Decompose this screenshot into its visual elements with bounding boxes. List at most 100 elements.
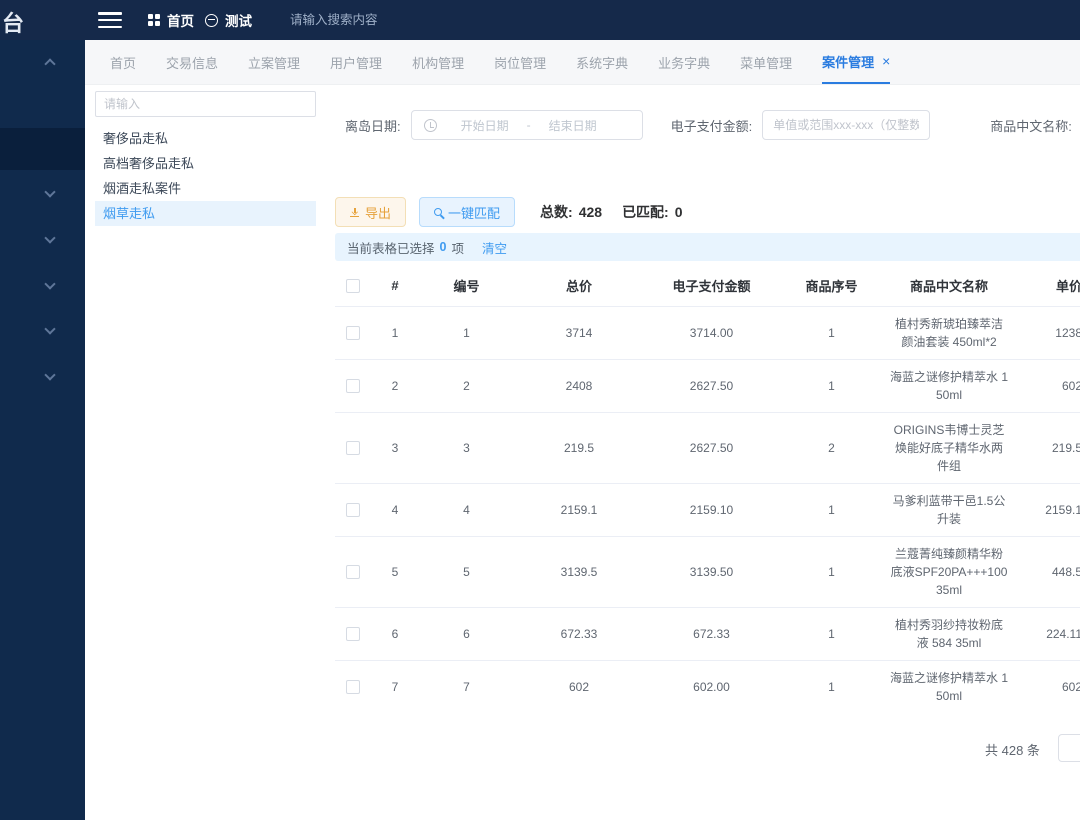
row-checkbox[interactable] [346, 503, 360, 517]
close-icon[interactable]: × [882, 53, 890, 69]
chevron-down-icon[interactable] [44, 186, 55, 197]
row-checkbox[interactable] [346, 627, 360, 641]
chevron-up-icon[interactable] [44, 58, 55, 69]
date-range-picker[interactable]: 开始日期 - 结束日期 [411, 110, 643, 140]
table-row: 1 1 3714 3714.00 1 植村秀新琥珀臻萃洁颜油套装 450ml*2… [335, 307, 1080, 360]
global-search-input[interactable] [290, 8, 460, 32]
toolbar: 导出 一键匹配 总数: 428 已匹配: 0 [335, 197, 683, 227]
match-button[interactable]: 一键匹配 [419, 197, 515, 227]
tab[interactable]: 机构管理 [412, 40, 464, 84]
cell-unit: 602 [1014, 661, 1080, 704]
cell-code: 7 [419, 661, 514, 704]
cell-code: 3 [419, 413, 514, 484]
chevron-down-icon[interactable] [44, 369, 55, 380]
cell-total: 3139.5 [514, 537, 644, 608]
cell-total: 602 [514, 661, 644, 704]
sidebar-active-item[interactable] [0, 128, 85, 170]
amount-input[interactable] [762, 110, 930, 140]
clear-selection-link[interactable]: 清空 [482, 238, 507, 257]
row-checkbox[interactable] [346, 441, 360, 455]
cell-code: 2 [419, 360, 514, 413]
export-button[interactable]: 导出 [335, 197, 406, 227]
cell-name: 植村秀新琥珀臻萃洁颜油套装 450ml*2 [884, 307, 1014, 360]
row-checkbox[interactable] [346, 379, 360, 393]
page-size-select[interactable] [1058, 734, 1080, 762]
cell-payment: 3714.00 [644, 307, 779, 360]
cell-name: 马爹利蓝带干邑1.5公升装 [884, 484, 1014, 537]
cell-unit: 448.5 [1014, 537, 1080, 608]
cell-unit: 219.5 [1014, 413, 1080, 484]
table-row: 7 7 602 602.00 1 海蓝之谜修护精萃水 150ml 602 [335, 661, 1080, 704]
hamburger-menu-icon[interactable] [98, 12, 122, 28]
cell-total: 672.33 [514, 608, 644, 661]
category-item[interactable]: 奢侈品走私 [95, 126, 316, 151]
matched-value: 0 [675, 204, 683, 220]
row-checkbox[interactable] [346, 565, 360, 579]
download-icon [350, 208, 359, 217]
nav-test[interactable]: 测试 [205, 0, 252, 40]
nav-home[interactable]: 首页 [148, 0, 194, 40]
cell-seq: 1 [779, 661, 884, 704]
cell-code: 6 [419, 608, 514, 661]
results-table-wrapper: # 编号 总价 电子支付金额 商品序号 商品中文名称 单价 1 1 3714 [335, 265, 1080, 703]
tab[interactable]: 首页 [110, 40, 136, 84]
selection-count: 0 [440, 240, 447, 254]
category-item[interactable]: 烟酒走私案件 [95, 176, 316, 201]
tab[interactable]: 系统字典 [576, 40, 628, 84]
cell-index: 5 [371, 537, 419, 608]
cell-total: 3714 [514, 307, 644, 360]
tab[interactable]: 业务字典 [658, 40, 710, 84]
tab-label: 案件管理 [822, 52, 874, 71]
date-separator: - [527, 118, 531, 132]
cell-seq: 1 [779, 360, 884, 413]
tab-case-management[interactable]: 案件管理 × [822, 40, 890, 84]
date-end-placeholder: 结束日期 [549, 117, 597, 134]
topbar: 台 首页 测试 [0, 0, 1080, 40]
chevron-down-icon[interactable] [44, 232, 55, 243]
tab[interactable]: 交易信息 [166, 40, 218, 84]
clock-icon [424, 119, 437, 132]
cell-unit: 1238 [1014, 307, 1080, 360]
tab[interactable]: 岗位管理 [494, 40, 546, 84]
cell-checkbox [335, 661, 371, 704]
logo: 台 [2, 6, 24, 38]
tab[interactable]: 用户管理 [330, 40, 382, 84]
cell-unit: 2159.1 [1014, 484, 1080, 537]
nav-home-label: 首页 [167, 10, 194, 30]
tab[interactable]: 菜单管理 [740, 40, 792, 84]
cell-payment: 3139.50 [644, 537, 779, 608]
cell-total: 219.5 [514, 413, 644, 484]
cell-name: 植村秀羽纱持妆粉底液 584 35ml [884, 608, 1014, 661]
cell-payment: 602.00 [644, 661, 779, 704]
selection-suffix: 项 [451, 238, 464, 257]
cell-total: 2408 [514, 360, 644, 413]
cell-code: 4 [419, 484, 514, 537]
content: 奢侈品走私 高档奢侈品走私 烟酒走私案件 烟草走私 离岛日期: 开始日期 - 结… [85, 85, 1080, 820]
cell-name: 海蓝之谜修护精萃水 150ml [884, 661, 1014, 704]
date-filter-label: 离岛日期: [345, 116, 401, 135]
tabbar: 首页 交易信息 立案管理 用户管理 机构管理 岗位管理 系统字典 业务字典 菜单… [85, 40, 1080, 85]
category-item[interactable]: 高档奢侈品走私 [95, 151, 316, 176]
sidebar [0, 40, 85, 820]
tab[interactable]: 立案管理 [248, 40, 300, 84]
category-search-input[interactable] [95, 91, 316, 117]
cell-index: 4 [371, 484, 419, 537]
cell-seq: 1 [779, 307, 884, 360]
cell-code: 1 [419, 307, 514, 360]
header-seq: 商品序号 [779, 265, 884, 307]
cell-name: 兰蔻菁纯臻颜精华粉底液SPF20PA+++100 35ml [884, 537, 1014, 608]
category-item-active[interactable]: 烟草走私 [95, 201, 316, 226]
row-checkbox[interactable] [346, 326, 360, 340]
header-total: 总价 [514, 265, 644, 307]
chevron-down-icon[interactable] [44, 278, 55, 289]
table-row: 6 6 672.33 672.33 1 植村秀羽纱持妆粉底液 584 35ml … [335, 608, 1080, 661]
chevron-down-icon[interactable] [44, 323, 55, 334]
selection-prefix: 当前表格已选择 [347, 238, 435, 257]
category-panel: 奢侈品走私 高档奢侈品走私 烟酒走私案件 烟草走私 [85, 85, 330, 820]
cell-index: 7 [371, 661, 419, 704]
select-all-checkbox[interactable] [346, 279, 360, 293]
filter-row: 离岛日期: 开始日期 - 结束日期 电子支付金额: 商品中文名称: [345, 110, 1080, 140]
case-detail-panel: 离岛日期: 开始日期 - 结束日期 电子支付金额: 商品中文名称: [330, 85, 1080, 820]
row-checkbox[interactable] [346, 680, 360, 694]
cell-index: 1 [371, 307, 419, 360]
